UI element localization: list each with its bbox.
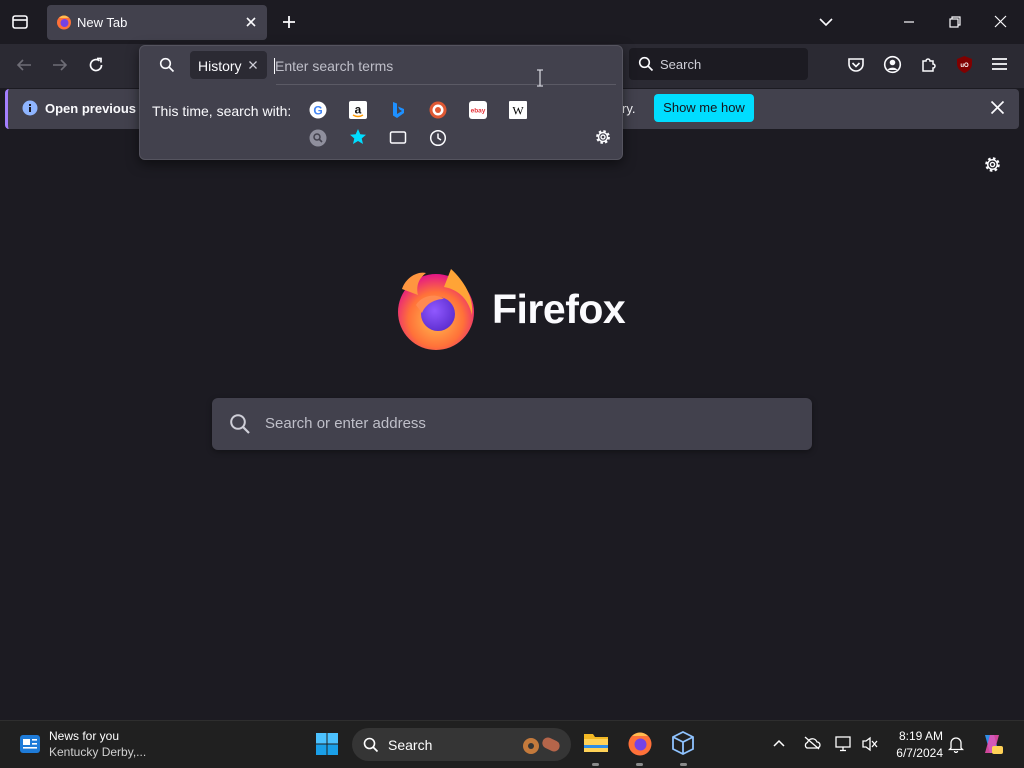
account-icon[interactable]	[883, 55, 902, 74]
chip-close-icon[interactable]	[248, 60, 258, 70]
wikipedia-engine-icon[interactable]: W	[509, 101, 527, 119]
firefox-favicon-icon	[56, 14, 72, 30]
startpage-engine-icon[interactable]	[309, 129, 327, 147]
virtualbox-taskbar-icon[interactable]	[670, 730, 696, 756]
chip-label: History	[198, 58, 242, 74]
tab-new-tab[interactable]: New Tab	[47, 5, 267, 40]
onedrive-cloud-off-icon[interactable]	[803, 736, 821, 750]
firefox-running-indicator	[636, 763, 643, 766]
show-me-how-label: Show me how	[663, 100, 745, 115]
hamburger-menu-icon[interactable]	[991, 56, 1008, 72]
urlbar-input-placeholder: Enter search terms	[275, 58, 394, 74]
duckduckgo-engine-icon[interactable]	[429, 101, 447, 119]
history-search-mode-chip[interactable]: History	[190, 51, 267, 79]
virtualbox-running-indicator	[680, 763, 687, 766]
news-subtitle: Kentucky Derby,...	[49, 745, 147, 759]
title-bar: New Tab	[0, 0, 1024, 44]
firefox-taskbar-icon[interactable]	[627, 730, 653, 756]
news-widget-icon	[18, 732, 42, 756]
google-engine-icon[interactable]: G	[309, 101, 327, 119]
minimize-window-icon[interactable]	[903, 16, 915, 28]
show-hidden-icons-chevron-icon[interactable]	[772, 738, 786, 748]
close-notification-icon[interactable]	[990, 100, 1005, 115]
new-tab-page: Firefox Search or enter address	[0, 129, 1024, 720]
search-icon	[638, 56, 654, 72]
volume-muted-icon[interactable]	[861, 736, 879, 752]
newtab-search-box[interactable]: Search or enter address	[212, 398, 812, 450]
popup-search-icon	[159, 57, 175, 73]
windows-start-icon[interactable]	[315, 732, 339, 756]
windows-taskbar: News for you Kentucky Derby,... Search 8…	[0, 720, 1024, 768]
extensions-puzzle-icon[interactable]	[920, 55, 938, 73]
info-icon	[22, 100, 38, 116]
copilot-icon[interactable]	[980, 732, 1004, 756]
toolbar-search-placeholder: Search	[660, 57, 702, 72]
close-tab-icon[interactable]	[244, 15, 258, 29]
search-highlight-donut-icon	[520, 734, 562, 756]
explorer-running-indicator	[592, 763, 599, 766]
amazon-engine-icon[interactable]: a	[349, 101, 367, 119]
firefox-logo-icon	[396, 267, 478, 351]
pocket-icon[interactable]	[847, 56, 865, 74]
svg-text:W: W	[512, 104, 524, 118]
popup-divider	[276, 84, 616, 85]
search-with-label: This time, search with:	[152, 103, 292, 119]
ebay-engine-icon[interactable]: ebay	[469, 101, 487, 119]
forward-arrow-icon[interactable]	[51, 56, 69, 74]
ublock-origin-icon[interactable]: uO	[955, 55, 974, 74]
firefox-brand-wordmark: Firefox	[492, 286, 626, 332]
new-tab-plus-icon[interactable]	[281, 14, 297, 30]
restore-window-icon[interactable]	[949, 16, 961, 28]
newtab-settings-gear-icon[interactable]	[983, 155, 1002, 174]
taskbar-search-box[interactable]: Search	[352, 728, 571, 761]
svg-text:G: G	[313, 104, 322, 118]
tab-title: New Tab	[77, 15, 128, 30]
notification-text-right: ry.	[622, 101, 636, 116]
notification-bell-icon[interactable]	[948, 736, 964, 753]
show-me-how-button[interactable]: Show me how	[654, 94, 754, 122]
bing-engine-icon[interactable]	[390, 101, 406, 119]
text-cursor-icon	[535, 69, 545, 87]
bookmarks-star-icon[interactable]	[349, 128, 367, 146]
newtab-search-icon	[229, 413, 251, 435]
tab-list-icon[interactable]	[11, 13, 29, 31]
urlbar-input[interactable]: Enter search terms	[274, 52, 614, 80]
newtab-search-placeholder: Search or enter address	[265, 415, 426, 432]
close-window-icon[interactable]	[994, 15, 1007, 28]
reload-icon[interactable]	[87, 56, 105, 74]
svg-text:uO: uO	[960, 63, 969, 69]
svg-text:ebay: ebay	[471, 108, 486, 115]
clock-date[interactable]: 6/7/2024	[891, 746, 943, 760]
toolbar-search-box[interactable]: Search	[629, 48, 808, 80]
taskbar-search-icon	[363, 737, 379, 753]
network-icon[interactable]	[835, 736, 853, 752]
file-explorer-icon[interactable]	[583, 730, 609, 754]
taskbar-search-label: Search	[388, 737, 433, 753]
tab-overflow-chevron-icon[interactable]	[818, 15, 834, 29]
svg-text:a: a	[355, 103, 362, 117]
back-arrow-icon[interactable]	[15, 56, 33, 74]
urlbar-search-popup: History Enter search terms This time, se…	[139, 45, 623, 160]
tabs-icon[interactable]	[389, 130, 407, 146]
news-widget[interactable]: News for you Kentucky Derby,...	[18, 727, 158, 763]
search-settings-gear-icon[interactable]	[594, 128, 612, 146]
history-clock-icon[interactable]	[429, 129, 447, 147]
news-title: News for you	[49, 729, 120, 743]
clock-time[interactable]: 8:19 AM	[891, 729, 943, 743]
